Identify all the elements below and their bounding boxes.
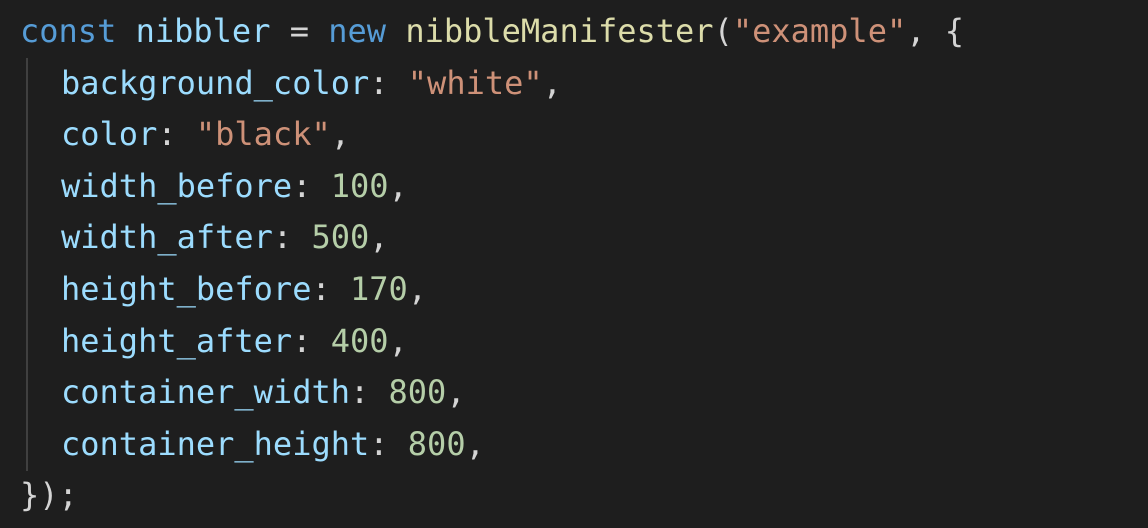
property-key: width_before: [61, 166, 293, 205]
property-value: 800: [407, 424, 466, 463]
code-line-property[interactable]: width_before: 100,: [0, 161, 1148, 213]
keyword-const: const: [20, 12, 117, 50]
property-value: 100: [330, 166, 389, 205]
code-line-property[interactable]: width_after: 500,: [0, 212, 1148, 264]
closing-brace: });: [20, 476, 78, 515]
variable-name: nibbler: [135, 12, 271, 50]
property-value: "black": [195, 115, 331, 154]
code-editor[interactable]: const nibbler = new nibbleManifester("ex…: [0, 0, 1148, 528]
code-line-1[interactable]: const nibbler = new nibbleManifester("ex…: [0, 6, 1148, 58]
property-value: 400: [330, 321, 389, 360]
property-value: 800: [388, 373, 447, 412]
assign-operator: =: [289, 12, 309, 50]
code-line-property[interactable]: height_before: 170,: [0, 264, 1148, 316]
code-line-property[interactable]: container_width: 800,: [0, 367, 1148, 419]
code-line-property[interactable]: color: "black",: [0, 109, 1148, 161]
code-line-property[interactable]: height_after: 400,: [0, 316, 1148, 368]
property-key: width_after: [61, 218, 273, 257]
comma-brace: , {: [906, 12, 965, 50]
property-key: height_after: [61, 321, 293, 360]
code-line-property[interactable]: background_color: "white",: [0, 58, 1148, 110]
keyword-new: new: [328, 12, 387, 50]
code-line-closing[interactable]: });: [0, 470, 1148, 522]
property-key: height_before: [61, 269, 312, 308]
code-line-property[interactable]: container_height: 800,: [0, 419, 1148, 471]
property-value: 500: [311, 218, 370, 257]
property-key: background_color: [61, 63, 370, 102]
property-key: container_height: [61, 424, 370, 463]
open-paren: (: [713, 12, 733, 50]
argument-string: "example": [732, 12, 907, 50]
function-name: nibbleManifester: [405, 12, 714, 50]
property-key: container_width: [61, 373, 350, 412]
property-key: color: [61, 115, 158, 154]
property-value: "white": [407, 63, 543, 102]
property-value: 170: [349, 269, 408, 308]
